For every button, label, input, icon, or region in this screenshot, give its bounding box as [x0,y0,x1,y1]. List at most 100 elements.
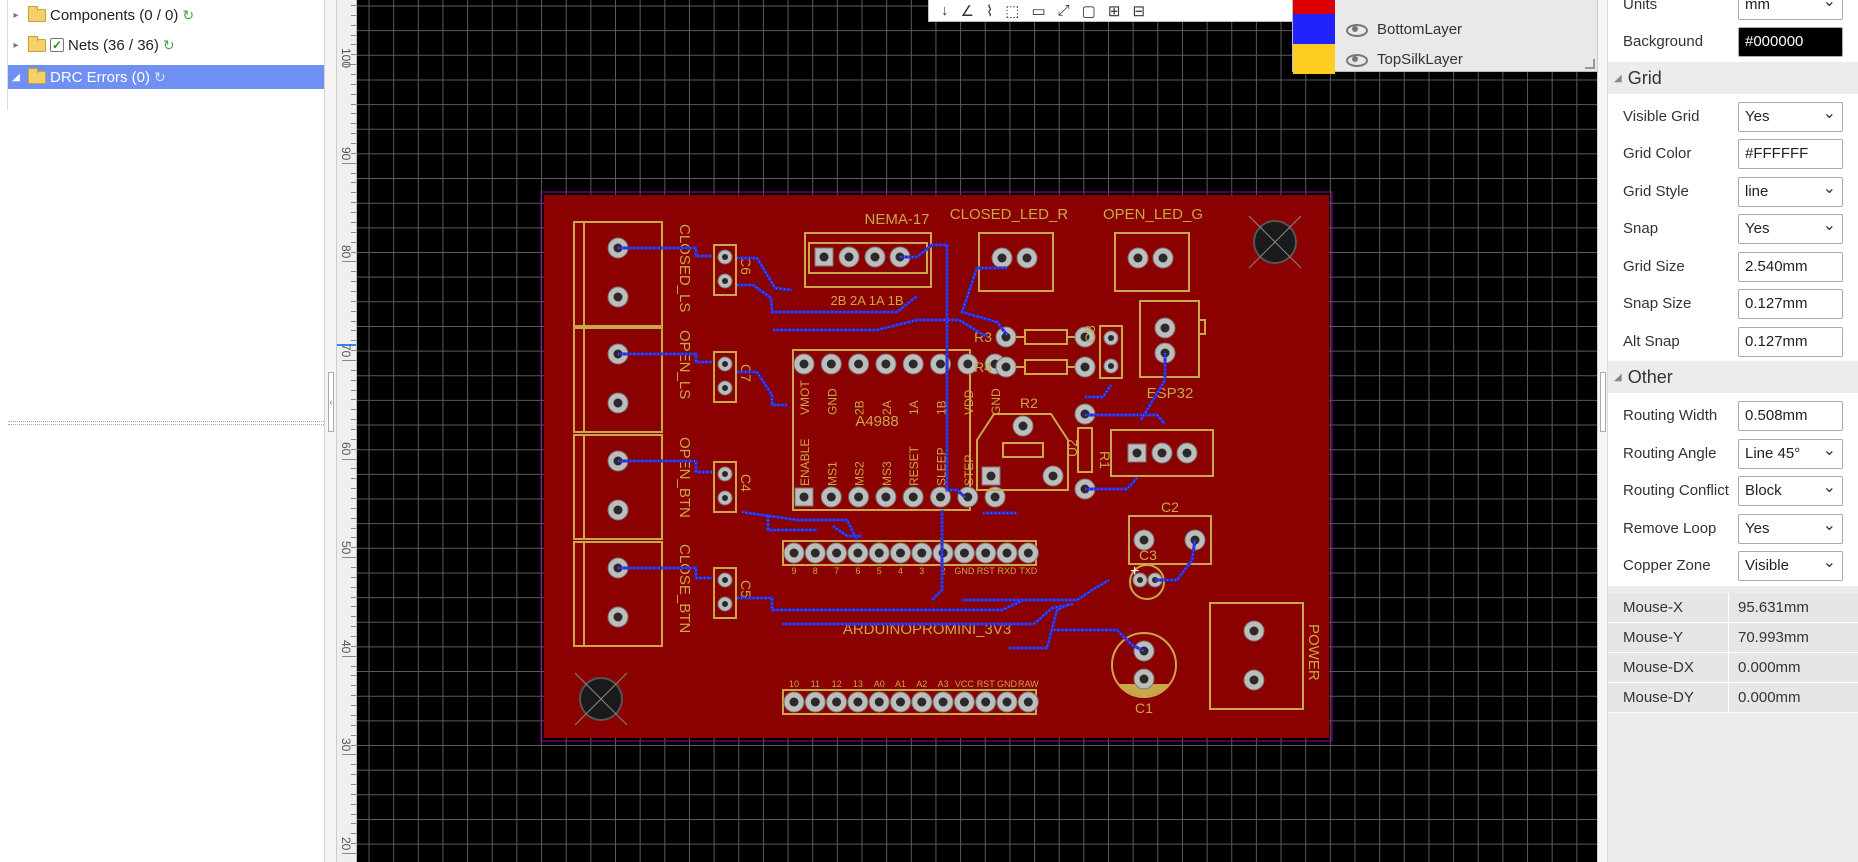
input-value: #000000 [1745,33,1804,50]
alt-snap-input[interactable]: 0.127mm [1738,326,1843,357]
expand-arrow-icon[interactable]: ▸ [8,40,24,51]
snap-size-input[interactable]: 0.127mm [1738,288,1843,319]
layer-color-swatch[interactable] [1293,14,1335,44]
eye-icon[interactable] [1345,52,1368,67]
pad-hole [870,252,880,262]
ruler-tick [351,281,356,283]
collapse-arrow-icon[interactable]: ◢ [1614,372,1622,383]
mouse-x-row: Mouse-X 95.631mm [1608,593,1858,623]
left-splitter[interactable]: ‹ [325,0,337,862]
pcb-drawing[interactable]: CLOSED_LSOPEN_LSOPEN_BTNCLOSE_BTNC6C7C4C… [357,0,1597,862]
rectangle-tool-icon[interactable]: ▭ [1031,2,1045,20]
prop-routing-width: Routing Width 0.508mm [1608,397,1858,434]
tree-item-nets[interactable]: ▸ ✓ Nets (36 / 36) ↻ [0,33,175,57]
prop-background: Background #000000 [1608,23,1858,60]
routing-conflict-select[interactable]: Block [1738,475,1843,506]
input-value: 0.508mm [1745,407,1808,424]
tree-item-components[interactable]: ▸ Components (0 / 0) ↻ [0,3,194,27]
panel-divider[interactable] [8,421,324,425]
tree-item-label: Components (0 / 0) [50,6,179,24]
ruler-tick [351,507,356,509]
pad-hole [1133,253,1143,263]
refresh-icon[interactable]: ↻ [163,37,175,54]
expand-arrow-icon[interactable]: ◢ [8,72,24,83]
refresh-icon[interactable]: ↻ [182,7,194,24]
collapse-left-handle[interactable]: ‹ [328,372,334,432]
collapse-arrow-icon[interactable]: ◢ [1614,73,1622,84]
layer-row-bottom[interactable]: BottomLayer [1293,14,1593,44]
pad-hole [1182,448,1192,458]
expand-arrow-icon[interactable]: ▸ [8,10,24,21]
component-label: CLOSED_LED_R [950,206,1069,223]
ruler-tick [342,359,356,361]
ruler-tick [351,103,356,105]
grid-size-input[interactable]: 2.540mm [1738,251,1843,282]
section-grid[interactable]: ◢ Grid [1608,62,1858,94]
snap-select[interactable]: Yes [1738,213,1843,244]
divider [1728,593,1729,623]
ruler-tick [351,369,356,371]
pad-hole [1002,548,1012,558]
ruler-tick [342,557,356,559]
layer-row-topsilk[interactable]: TopSilkLayer [1293,44,1593,74]
capacitor-label: C6 [738,257,754,275]
grid-style-select[interactable]: line [1738,176,1843,207]
pad-hole [981,697,991,707]
resize-grip-icon[interactable] [1585,59,1595,69]
mouse-dx-row: Mouse-DX 0.000mm [1608,653,1858,683]
folder-icon [28,35,46,52]
select-area-icon[interactable]: ⬚ [1005,2,1019,20]
ruler-tick [351,488,356,490]
right-splitter[interactable] [1597,0,1607,862]
pin-label: 11 [811,679,820,689]
ruler-tick [351,93,356,95]
ruler-tick [351,143,356,145]
frame-tool-icon[interactable]: ▢ [1082,2,1096,20]
nets-checkbox[interactable]: ✓ [50,38,64,52]
vertical-ruler: 100 90 80 70 60 50 40 30 20 [337,0,357,862]
collapse-right-handle[interactable] [1600,372,1606,432]
pin-label: 12 [832,679,842,689]
pin-label: 8 [813,566,818,576]
units-select[interactable]: mm [1738,0,1843,20]
resize-tool-icon[interactable]: ⤢ [1058,2,1070,19]
ruler-tick [351,783,356,785]
refresh-icon[interactable]: ↻ [154,69,166,86]
group-tool-icon[interactable]: ⊞ [1108,2,1121,20]
properties-panel: Units mm Background #000000 ◢ Grid Visib… [1607,0,1858,862]
table-tool-icon[interactable]: ⊟ [1132,2,1145,20]
prop-visible-grid: Visible Grid Yes [1608,98,1858,135]
pad-hole [1022,253,1032,263]
visible-grid-select[interactable]: Yes [1738,101,1843,132]
pin-label: RST [977,566,996,576]
pin-label: 7 [834,566,839,576]
pin-label: A1 [895,679,906,689]
ruler-tick [351,468,356,470]
pcb-canvas[interactable]: CLOSED_LS OPEN_LS OPEN_BTN CLOSE_BTN C6 C7 C4 C… [357,0,1597,862]
pad-hole [963,359,973,369]
remove-loop-select[interactable]: Yes [1738,513,1843,544]
ruler-tick [342,458,356,460]
routing-width-input[interactable]: 0.508mm [1738,400,1843,431]
pad-hole [881,359,891,369]
routing-angle-select[interactable]: Line 45° [1738,438,1843,469]
ruler-tick [351,74,356,76]
ruler-tick [351,527,356,529]
toolbar-tool-icon[interactable]: ↓ [941,2,949,19]
copper-zone-select[interactable]: Visible [1738,550,1843,581]
cursor-crosshair: + [1130,563,1139,580]
ruler-tick [351,24,356,26]
section-other[interactable]: ◢ Other [1608,361,1858,393]
angle-tool-icon[interactable]: ∠ [961,2,974,20]
prop-label: Routing Angle [1623,445,1717,462]
route-tool-icon[interactable]: ⌇ [986,2,993,20]
eye-icon[interactable] [1345,22,1368,37]
prop-label: Snap Size [1623,295,1692,312]
grid-color-input[interactable]: #FFFFFF [1738,138,1843,169]
pin-label: MS1 [825,461,839,486]
layer-color-swatch[interactable] [1293,44,1335,74]
ruler-tick [351,202,356,204]
tree-item-drc-errors[interactable]: ◢ DRC Errors (0) ↻ [8,65,324,89]
pad-hole [722,385,728,391]
background-color-input[interactable]: #000000 [1738,26,1843,57]
